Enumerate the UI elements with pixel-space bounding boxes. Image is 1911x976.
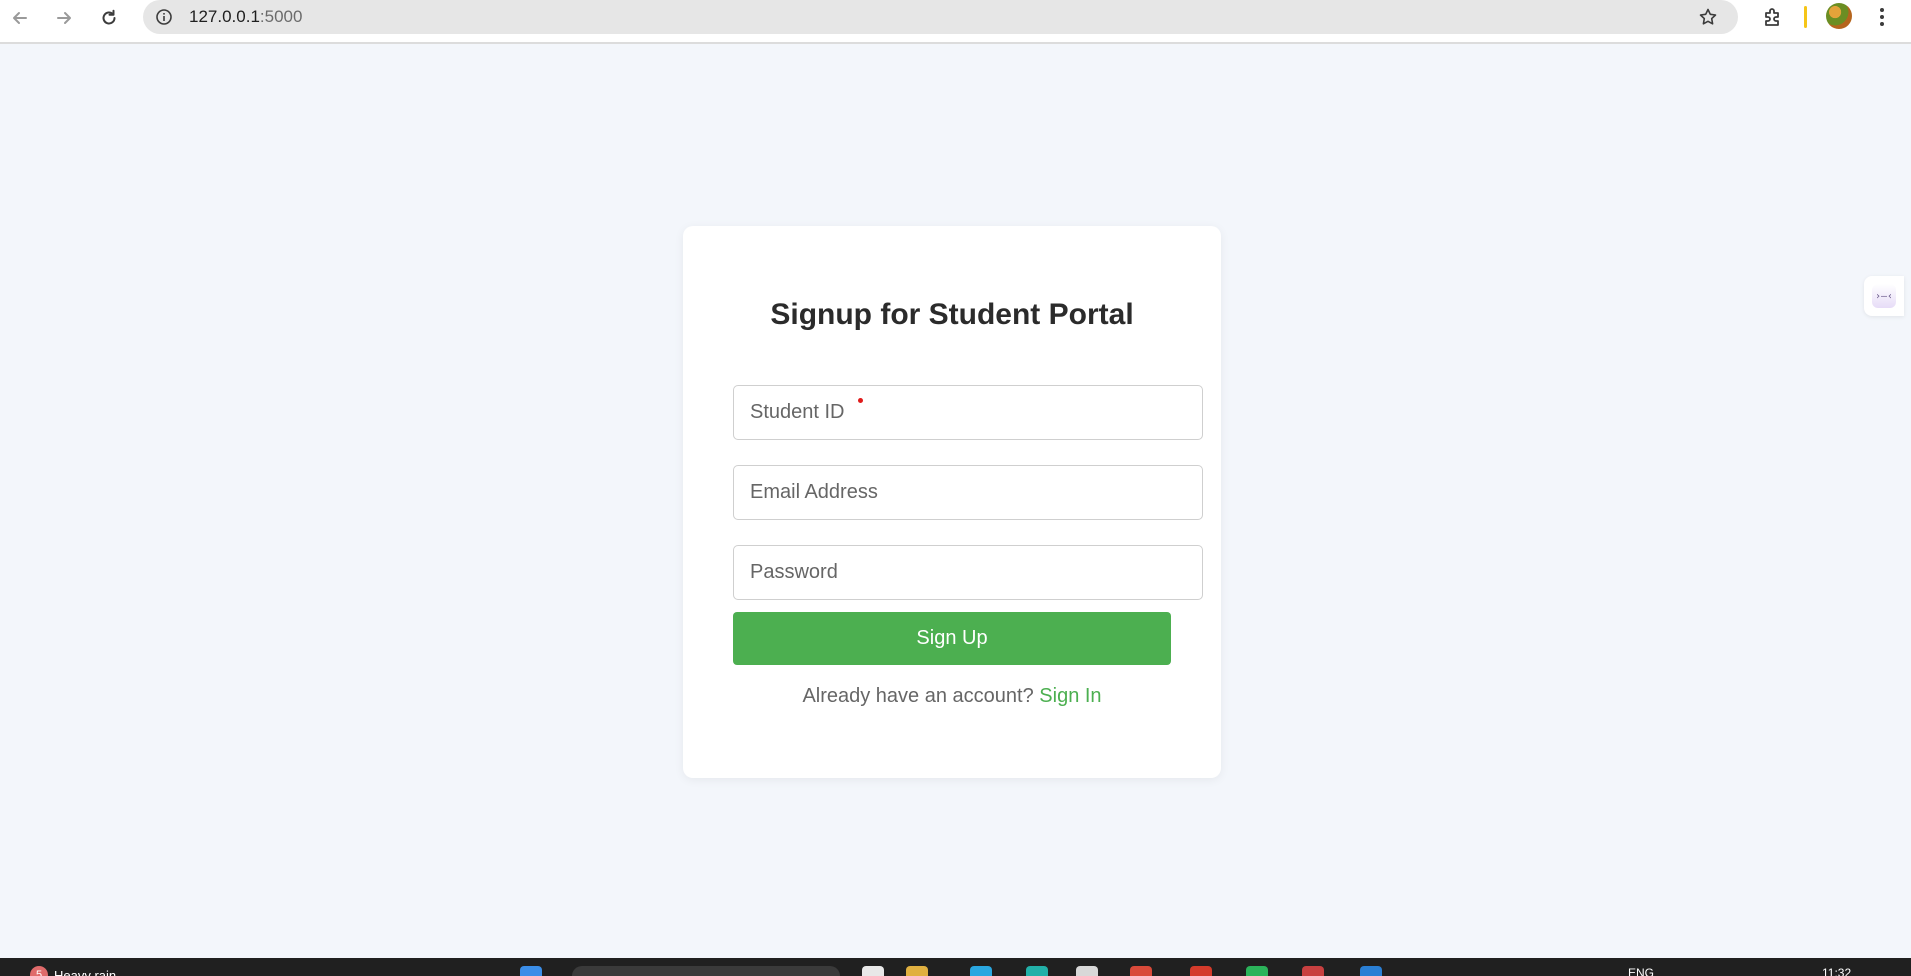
whatsapp-icon[interactable] (1246, 966, 1268, 976)
browser-toolbar: 127.0.0.1:5000 (0, 0, 1911, 44)
chat-assistant-icon: ›–‹ (1872, 284, 1896, 308)
profile-avatar[interactable] (1826, 3, 1852, 29)
vscode-icon[interactable] (1360, 966, 1382, 976)
reload-icon (102, 9, 116, 25)
calendar-app-icon[interactable] (1076, 966, 1098, 976)
app-red-icon[interactable] (1190, 966, 1212, 976)
arrow-left-icon (13, 12, 27, 24)
form-title: Signup for Student Portal (770, 298, 1134, 331)
weather-widget[interactable]: 5 Heavy rain (30, 966, 116, 976)
os-taskbar: 5 Heavy rain ENG 11:32 (0, 958, 1911, 976)
sign-in-prompt: Already have an account? Sign In (683, 685, 1221, 708)
email-input[interactable] (734, 466, 1202, 519)
file-explorer-icon[interactable] (906, 966, 928, 976)
site-info-icon[interactable] (153, 6, 175, 28)
sign-up-button[interactable]: Sign Up (733, 612, 1171, 665)
edge-icon[interactable] (1026, 966, 1048, 976)
system-clock[interactable]: 11:32 (1822, 966, 1851, 976)
signup-card: Signup for Student Portal Sign Up Alread… (683, 226, 1221, 778)
back-button[interactable] (6, 4, 34, 32)
side-panel-widget[interactable]: ›–‹ (1864, 276, 1904, 316)
bookmark-star-icon[interactable] (1696, 5, 1720, 29)
address-bar[interactable]: 127.0.0.1:5000 (143, 0, 1738, 34)
weather-text: Heavy rain (54, 967, 117, 976)
extensions-puzzle-icon[interactable] (1760, 4, 1786, 30)
sign-in-link[interactable]: Sign In (1039, 685, 1101, 707)
weather-badge: 5 (30, 966, 48, 976)
arrow-right-icon (57, 12, 71, 24)
student-id-field[interactable] (733, 385, 1203, 440)
taskbar-search[interactable] (572, 966, 840, 976)
chrome-icon[interactable] (1130, 966, 1152, 976)
sign-in-prompt-text: Already have an account? (802, 685, 1034, 707)
toolbar-separator (1804, 6, 1807, 28)
forward-button[interactable] (50, 4, 78, 32)
language-indicator[interactable]: ENG (1628, 966, 1654, 976)
password-field[interactable] (733, 545, 1203, 600)
student-id-input[interactable] (734, 386, 1202, 439)
required-indicator (858, 398, 863, 403)
url-port: :5000 (259, 7, 303, 26)
url-host: 127.0.0.1 (189, 7, 260, 26)
password-input[interactable] (734, 546, 1202, 599)
browser-menu-icon[interactable] (1872, 4, 1892, 30)
app-badge-icon[interactable] (1302, 966, 1324, 976)
store-icon[interactable] (970, 966, 992, 976)
reload-button[interactable] (95, 4, 123, 32)
start-windows-icon[interactable] (520, 966, 542, 976)
email-field[interactable] (733, 465, 1203, 520)
url-text[interactable]: 127.0.0.1:5000 (189, 7, 302, 27)
task-view-icon[interactable] (862, 966, 884, 976)
